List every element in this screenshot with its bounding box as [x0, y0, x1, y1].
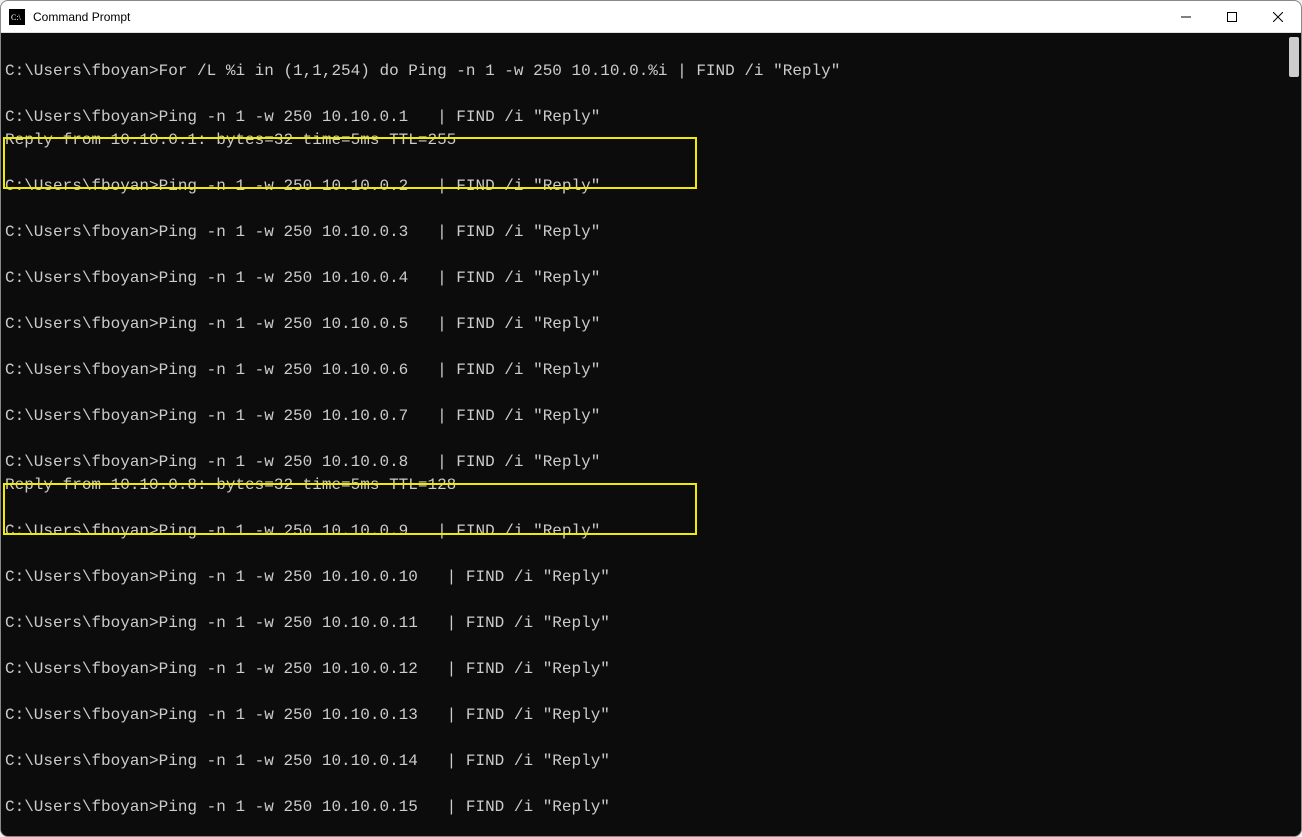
blank-line [5, 428, 1287, 451]
command-line: C:\Users\fboyan>Ping -n 1 -w 250 10.10.0… [5, 750, 1287, 773]
maximize-button[interactable] [1209, 1, 1255, 32]
window-controls [1163, 1, 1301, 32]
command-line: C:\Users\fboyan>Ping -n 1 -w 250 10.10.0… [5, 704, 1287, 727]
blank-line [5, 290, 1287, 313]
blank-line [5, 83, 1287, 106]
blank-line [5, 589, 1287, 612]
command-line: C:\Users\fboyan>Ping -n 1 -w 250 10.10.0… [5, 612, 1287, 635]
command-line: C:\Users\fboyan>Ping -n 1 -w 250 10.10.0… [5, 520, 1287, 543]
command-line: C:\Users\fboyan>Ping -n 1 -w 250 10.10.0… [5, 796, 1287, 819]
blank-line [5, 198, 1287, 221]
window: C:\ Command Prompt C:\Users\fboyan>For /… [0, 0, 1302, 837]
scrollbar[interactable] [1287, 33, 1301, 836]
command-line: C:\Users\fboyan>Ping -n 1 -w 250 10.10.0… [5, 566, 1287, 589]
blank-line [5, 543, 1287, 566]
terminal-wrap: C:\Users\fboyan>For /L %i in (1,1,254) d… [1, 33, 1301, 836]
command-line: C:\Users\fboyan>Ping -n 1 -w 250 10.10.0… [5, 175, 1287, 198]
cmd-icon: C:\ [9, 9, 25, 25]
command-line: C:\Users\fboyan>For /L %i in (1,1,254) d… [5, 60, 1287, 83]
terminal[interactable]: C:\Users\fboyan>For /L %i in (1,1,254) d… [1, 33, 1287, 836]
blank-line [5, 635, 1287, 658]
blank-line [5, 382, 1287, 405]
blank-line [5, 773, 1287, 796]
output-line: Reply from 10.10.0.8: bytes=32 time=5ms … [5, 474, 1287, 497]
scrollbar-thumb[interactable] [1289, 37, 1299, 77]
blank-line [5, 37, 1287, 60]
command-line: C:\Users\fboyan>Ping -n 1 -w 250 10.10.0… [5, 267, 1287, 290]
blank-line [5, 336, 1287, 359]
blank-line [5, 681, 1287, 704]
command-line: C:\Users\fboyan>Ping -n 1 -w 250 10.10.0… [5, 451, 1287, 474]
close-button[interactable] [1255, 1, 1301, 32]
command-line: C:\Users\fboyan>Ping -n 1 -w 250 10.10.0… [5, 221, 1287, 244]
svg-text:C:\: C:\ [11, 13, 22, 22]
titlebar-left: C:\ Command Prompt [9, 9, 130, 25]
minimize-button[interactable] [1163, 1, 1209, 32]
blank-line [5, 152, 1287, 175]
window-title: Command Prompt [33, 10, 130, 24]
titlebar[interactable]: C:\ Command Prompt [1, 1, 1301, 33]
output-line: Reply from 10.10.0.1: bytes=32 time=5ms … [5, 129, 1287, 152]
blank-line [5, 727, 1287, 750]
command-line: C:\Users\fboyan>Ping -n 1 -w 250 10.10.0… [5, 313, 1287, 336]
blank-line [5, 244, 1287, 267]
blank-line [5, 497, 1287, 520]
command-line: C:\Users\fboyan>Ping -n 1 -w 250 10.10.0… [5, 106, 1287, 129]
command-line: C:\Users\fboyan>Ping -n 1 -w 250 10.10.0… [5, 405, 1287, 428]
command-line: C:\Users\fboyan>Ping -n 1 -w 250 10.10.0… [5, 658, 1287, 681]
command-line: C:\Users\fboyan>Ping -n 1 -w 250 10.10.0… [5, 359, 1287, 382]
